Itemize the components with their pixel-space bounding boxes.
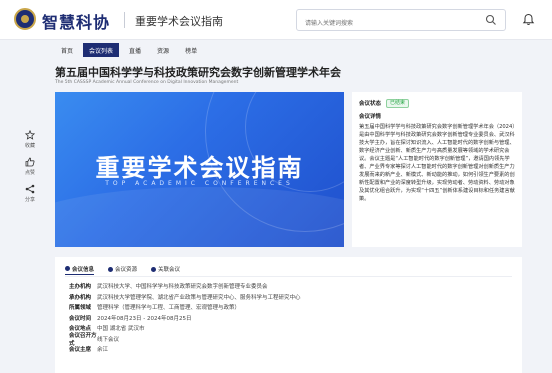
conference-banner: 重要学术会议指南 TOP ACADEMIC CONFERENCES [55,92,344,247]
conference-details-card: 会议信息 会议资源 关联会议 主办机构 武汉科技大学、中国科学学与科技政策研究会… [55,257,522,373]
tab-related-conferences[interactable]: 关联会议 [151,263,180,275]
detail-row-location: 会议地点 中国 湖北省 武汉市 [69,323,301,334]
detail-row-chair: 会议主席 余江 [69,344,301,355]
banner-sweep-decoration [55,187,344,247]
nav-item-rankings[interactable]: 榜单 [179,43,203,57]
logo-text[interactable]: 智慧科协 [42,9,110,33]
related-tab-icon [151,266,157,272]
detail-row-co-organizer: 承办机构 武汉科技大学管理学院、湖北省产业政策与管理研究中心、服务科学与工程研究… [69,292,301,303]
detail-value: 武汉科技大学管理学院、湖北省产业政策与管理研究中心、服务科学与工程研究中心 [97,294,301,301]
nav-item-conference-list[interactable]: 会议列表 [83,43,120,57]
detail-value: 余江 [97,347,109,354]
conference-description: 第五届中国科学学与科技政策研究会数字创新管理学术年会（2024）是由中国科学学与… [359,124,515,202]
detail-value: 2024年08月23日 - 2024年08月25日 [97,315,192,322]
search-icon[interactable] [485,14,497,26]
detail-value: 线下会议 [97,336,120,343]
thumbs-up-icon [25,157,35,167]
like-button[interactable]: 点赞 [20,157,40,176]
tab-conference-resources[interactable]: 会议资源 [108,263,137,275]
tab-conference-info[interactable]: 会议信息 [65,263,95,275]
resources-tab-icon [108,266,114,272]
star-icon [25,130,35,140]
tabs-divider [65,276,512,277]
logo-icon[interactable] [14,8,36,30]
conference-title: 第五届中国科学学与科技政策研究会数字创新管理学术年会 [55,66,341,79]
banner-subtitle: TOP ACADEMIC CONFERENCES [105,180,294,187]
detail-row-organizer: 主办机构 武汉科技大学、中国科学学与科技政策研究会数字创新管理专业委员会 [69,281,301,292]
nav-item-live[interactable]: 直播 [123,43,147,57]
status-label: 会议状态 [359,101,382,107]
detail-row-time: 会议时间 2024年08月23日 - 2024年08月25日 [69,313,301,324]
details-tabs: 会议信息 会议资源 关联会议 [65,263,194,275]
conference-info-panel: 会议状态 已结束 会议详情 第五届中国科学学与科技政策研究会数字创新管理学术年会… [352,92,522,247]
search-box[interactable] [296,9,506,34]
share-button[interactable]: 分享 [20,184,40,203]
favorite-label: 收藏 [24,143,35,149]
share-label: 分享 [24,197,35,203]
status-badge: 已结束 [386,98,410,108]
detail-key: 承办机构 [69,294,92,301]
conference-subtitle-en: The 5th CASSSP Academic Annual Conferenc… [55,80,239,85]
main-nav: 首页 会议列表 直播 资源 榜单 [55,43,207,57]
page-subtitle: 重要学术会议指南 [135,15,223,28]
detail-value: 管理科学（管理科学与工程、工商管理、宏观管理与政策） [97,305,241,312]
favorite-button[interactable]: 收藏 [20,130,40,149]
detail-key: 会议主席 [69,347,92,354]
side-actions: 收藏 点赞 分享 [20,130,40,211]
detail-key: 所属领域 [69,305,92,312]
tab-label: 会议信息 [72,266,95,273]
header-divider [124,12,125,28]
detail-row-field: 所属领域 管理科学（管理科学与工程、工商管理、宏观管理与政策） [69,302,301,313]
detail-value: 中国 湖北省 武汉市 [97,326,145,333]
banner-title: 重要学术会议指南 [95,154,304,182]
nav-item-home[interactable]: 首页 [55,43,79,57]
like-label: 点赞 [24,170,35,176]
detail-value: 武汉科技大学、中国科学学与科技政策研究会数字创新管理专业委员会 [97,284,268,291]
top-bar: 智慧科协 重要学术会议指南 [0,0,552,40]
detail-key: 主办机构 [69,284,92,291]
info-tab-icon [65,266,70,271]
tab-label: 关联会议 [158,267,181,273]
bell-icon[interactable] [522,13,535,26]
detail-row-format: 会议召开方式 线下会议 [69,333,301,347]
detail-key: 会议时间 [69,315,92,322]
share-icon [25,184,35,194]
tab-label: 会议资源 [115,267,138,273]
search-input[interactable] [305,13,475,34]
detail-label: 会议详情 [359,114,382,120]
details-list: 主办机构 武汉科技大学、中国科学学与科技政策研究会数字创新管理专业委员会 承办机… [69,281,301,355]
status-row: 会议状态 已结束 [359,98,515,108]
nav-item-resources[interactable]: 资源 [151,43,175,57]
